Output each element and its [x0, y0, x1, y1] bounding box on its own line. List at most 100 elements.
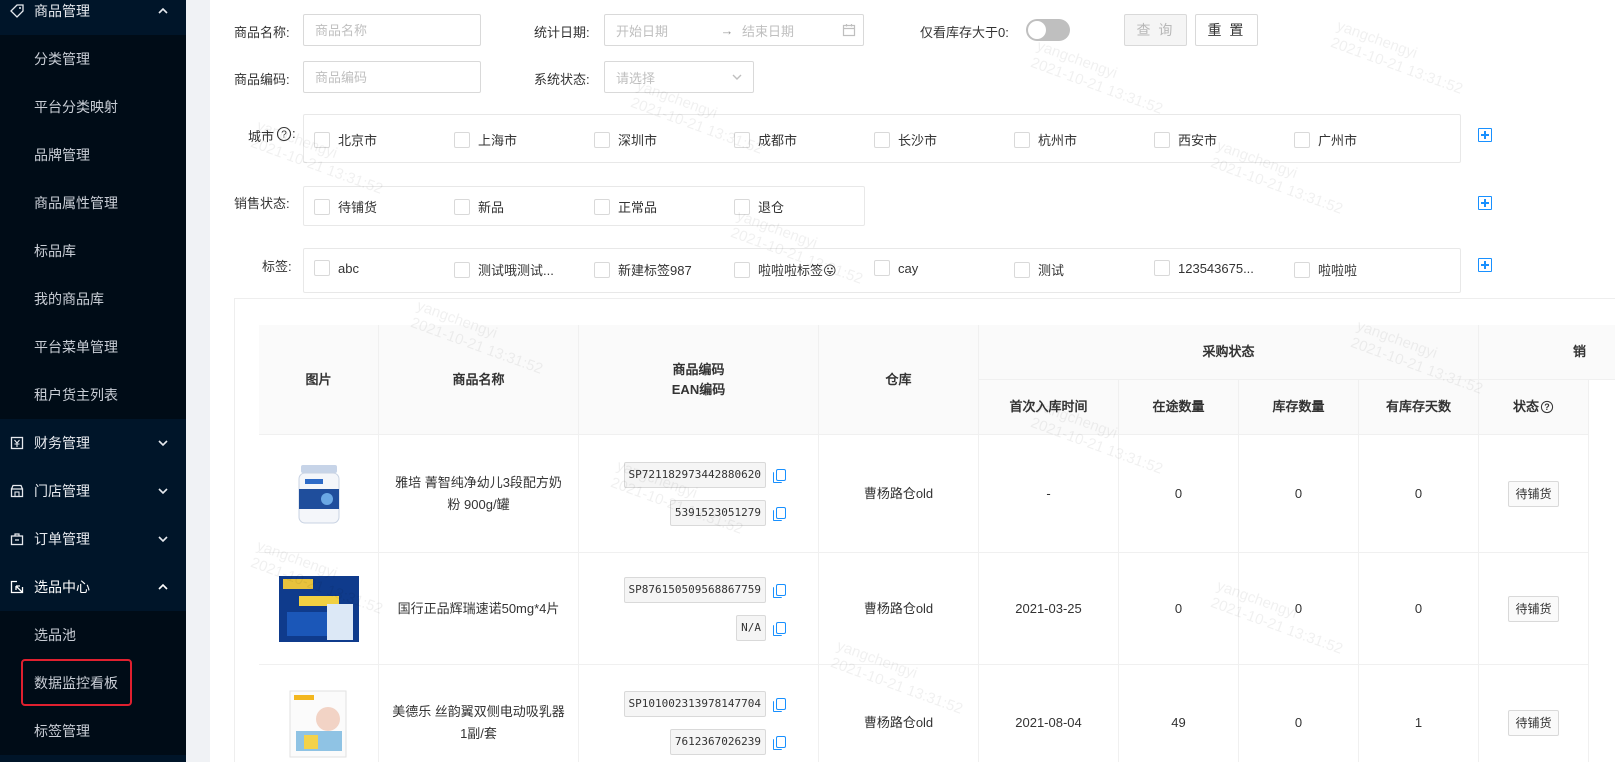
expand-city-icon[interactable]: [1478, 128, 1492, 142]
sidebar-item-select-pool[interactable]: 选品池: [0, 611, 186, 659]
checkbox-tag[interactable]: 测试: [1014, 260, 1064, 279]
checkbox-sale-status[interactable]: 退仓: [734, 197, 784, 216]
help-icon[interactable]: ?: [1540, 400, 1554, 414]
svg-text:?: ?: [281, 130, 287, 141]
date-start-placeholder[interactable]: 开始日期: [616, 21, 712, 40]
checkbox-city[interactable]: 广州市: [1294, 130, 1357, 149]
code-line: SP721182973442880620: [623, 461, 786, 488]
checkbox-sale-status[interactable]: 正常品: [594, 197, 657, 216]
checkbox-city[interactable]: 上海市: [454, 130, 517, 149]
watermark: yangchengyi2021-10-21 13:31:52: [1028, 37, 1166, 118]
first-in-cell: 2021-03-25: [979, 553, 1119, 665]
sidebar-group-order[interactable]: 订单管理: [0, 515, 186, 563]
in-transit-cell: 0: [1119, 553, 1239, 665]
ean-line: 7612367026239: [669, 728, 786, 755]
product-name-label: 商品名称:: [234, 25, 290, 40]
sidebar-group-store[interactable]: 门店管理: [0, 467, 186, 515]
stat-date-label: 统计日期:: [534, 25, 590, 40]
checkbox-tag[interactable]: abc: [314, 260, 359, 276]
tag-icon: [10, 4, 24, 18]
product-code-label: 商品编码:: [234, 72, 290, 87]
chevron-down-icon: [158, 440, 168, 447]
query-button[interactable]: 查 询: [1124, 14, 1187, 46]
checkbox-city[interactable]: 长沙市: [874, 130, 937, 149]
checkbox-city[interactable]: 北京市: [314, 130, 377, 149]
help-icon[interactable]: ?: [276, 126, 292, 142]
copy-icon[interactable]: [773, 506, 786, 521]
product-name-input[interactable]: [315, 22, 480, 38]
product-image: [279, 688, 359, 758]
sidebar-group-label: 选品中心: [34, 579, 90, 595]
checkbox-tag[interactable]: cay: [874, 260, 918, 276]
sidebar-item-attributes[interactable]: 商品属性管理: [0, 179, 186, 227]
product-code-field[interactable]: [303, 61, 481, 93]
system-status-select[interactable]: 请选择: [604, 61, 754, 93]
product-code: SP101002313978147704: [623, 690, 766, 717]
chevron-up-icon: [158, 7, 168, 14]
checkbox-tag[interactable]: 啦啦啦: [1294, 260, 1357, 279]
stock-toggle[interactable]: [1026, 19, 1070, 41]
sidebar-group-finance[interactable]: 财务管理: [0, 419, 186, 467]
warehouse-cell: 曹杨路仓old: [819, 553, 979, 665]
stock-days-cell: 1: [1359, 665, 1479, 762]
expand-tag-icon[interactable]: [1478, 258, 1492, 272]
checkbox-city[interactable]: 成都市: [734, 130, 797, 149]
col-header-first-in: 首次入库时间: [979, 380, 1119, 435]
tag-label: 标签:: [262, 259, 292, 274]
status-cell: 待铺货: [1479, 553, 1589, 665]
sidebar-item-tenant-owners[interactable]: 租户货主列表: [0, 371, 186, 419]
sale-status-label: 销售状态:: [234, 196, 290, 211]
status-badge: 待铺货: [1508, 709, 1559, 736]
product-code-input[interactable]: [315, 69, 480, 85]
sidebar-item-tag-management[interactable]: 标签管理: [0, 707, 186, 755]
reset-button[interactable]: 重 置: [1195, 14, 1258, 46]
ean-code: 5391523051279: [669, 499, 766, 526]
checkbox-tag[interactable]: 新建标签987: [594, 260, 692, 279]
sidebar-item-brand[interactable]: 品牌管理: [0, 131, 186, 179]
checkbox-tag[interactable]: 123543675...: [1154, 260, 1254, 276]
sidebar-group-select-center[interactable]: 选品中心: [0, 563, 186, 611]
checkbox-sale-status[interactable]: 待铺货: [314, 197, 377, 216]
sidebar-item-standard-lib[interactable]: 标品库: [0, 227, 186, 275]
checkbox-tag[interactable]: 啦啦啦标签😛: [734, 260, 837, 279]
copy-icon[interactable]: [773, 621, 786, 636]
copy-icon[interactable]: [773, 583, 786, 598]
sidebar-item-my-goods[interactable]: 我的商品库: [0, 275, 186, 323]
product-image: [278, 574, 359, 644]
finance-icon: [10, 436, 24, 450]
first-in-cell: -: [979, 435, 1119, 553]
main-gutter: [186, 0, 210, 762]
stock-cell: 0: [1239, 435, 1359, 553]
product-name-cell: 国行正品辉瑞速诺50mg*4片: [379, 553, 579, 665]
copy-icon[interactable]: [773, 468, 786, 483]
checkbox-city[interactable]: 西安市: [1154, 130, 1217, 149]
product-name-field[interactable]: [303, 14, 481, 46]
product-image: [279, 459, 359, 529]
watermark: yangchengyi2021-10-21 13:31:52: [1328, 17, 1466, 98]
code-cell: SP721182973442880620 5391523051279: [579, 435, 819, 553]
col-header-stock: 库存数量: [1239, 380, 1359, 435]
product-code: SP721182973442880620: [623, 461, 766, 488]
date-end-placeholder[interactable]: 结束日期: [742, 21, 842, 40]
stock-days-cell: 0: [1359, 435, 1479, 553]
copy-icon[interactable]: [773, 697, 786, 712]
checkbox-tag[interactable]: 测试哦测试...: [454, 260, 554, 279]
status-badge: 待铺货: [1508, 480, 1559, 507]
copy-icon[interactable]: [773, 735, 786, 750]
product-name-cell: 雅培 菁智纯净幼儿3段配方奶粉 900g/罐: [379, 435, 579, 553]
code-cell: SP101002313978147704 7612367026239: [579, 665, 819, 762]
chevron-up-icon: [158, 583, 168, 590]
sidebar-item-platform-category-map[interactable]: 平台分类映射: [0, 83, 186, 131]
status-cell: 待铺货: [1479, 665, 1589, 762]
checkbox-city[interactable]: 杭州市: [1014, 130, 1077, 149]
expand-sale-status-icon[interactable]: [1478, 196, 1492, 210]
product-image-cell: [259, 665, 379, 762]
sidebar: 商品管理 分类管理 平台分类映射 品牌管理 商品属性管理 标品库 我的商品库 平…: [0, 0, 186, 762]
sidebar-group-goods[interactable]: 商品管理: [0, 0, 186, 35]
sidebar-item-platform-menu[interactable]: 平台菜单管理: [0, 323, 186, 371]
system-status-label: 系统状态:: [534, 72, 590, 87]
checkbox-city[interactable]: 深圳市: [594, 130, 657, 149]
checkbox-sale-status[interactable]: 新品: [454, 197, 504, 216]
sidebar-item-category[interactable]: 分类管理: [0, 35, 186, 83]
date-range-picker[interactable]: 开始日期 → 结束日期: [604, 14, 864, 46]
